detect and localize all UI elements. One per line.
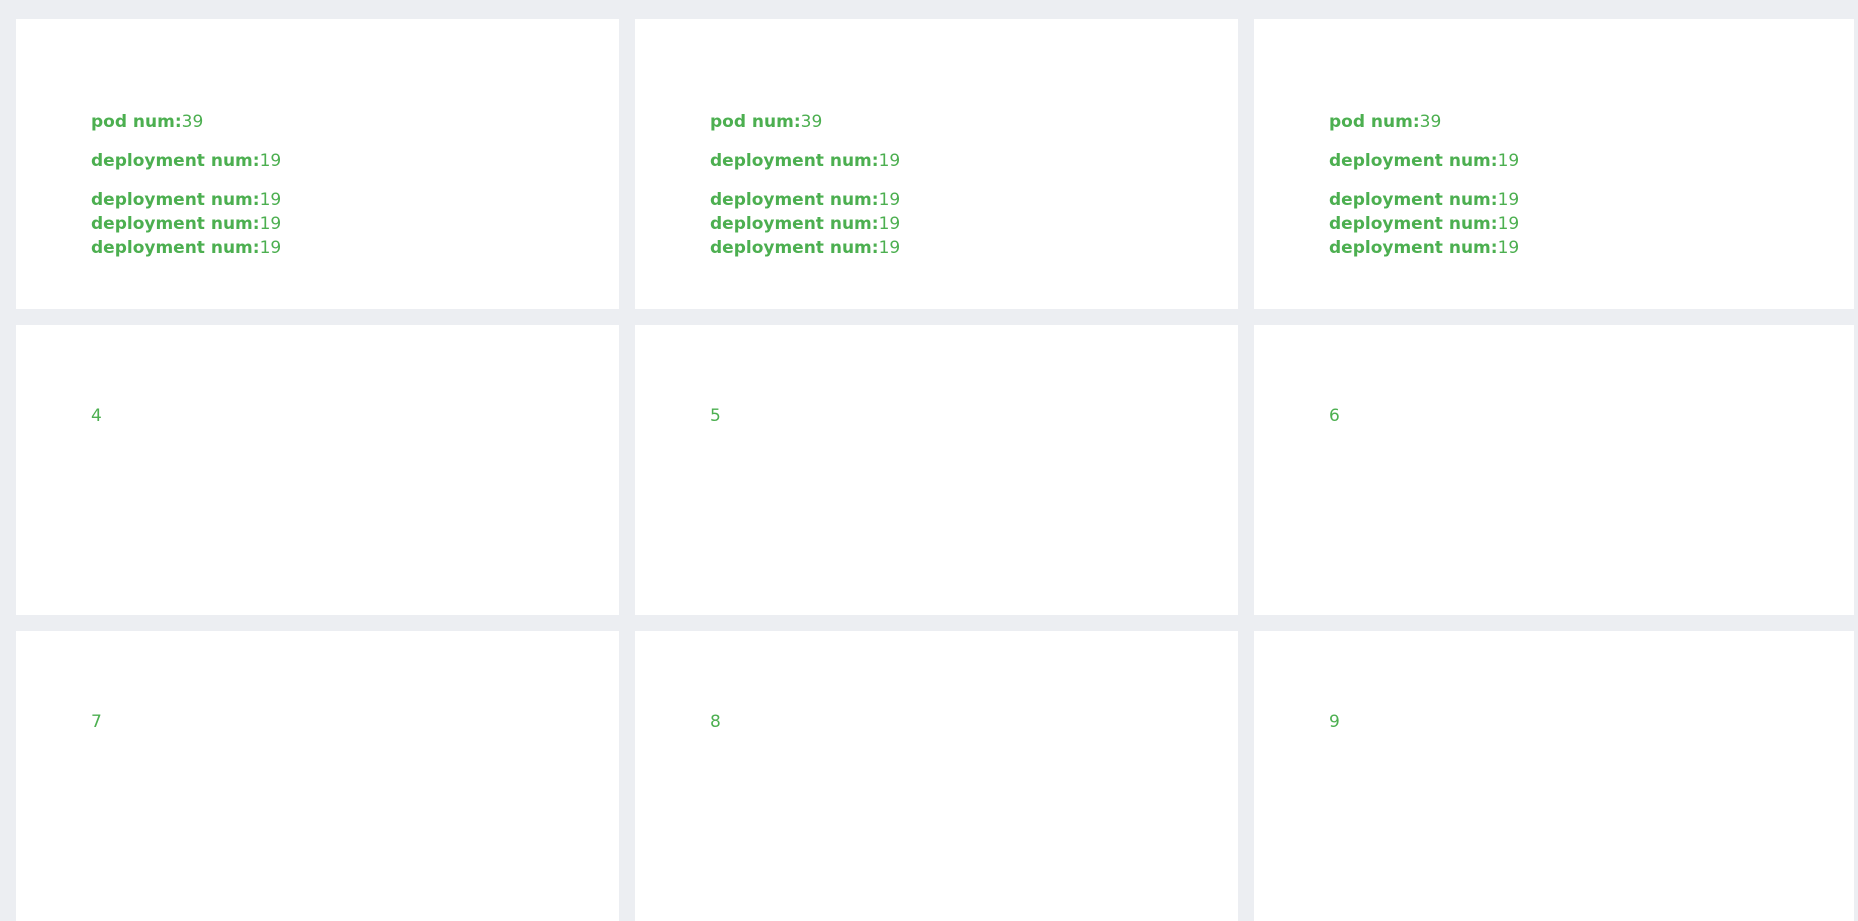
- number-card-6: 6: [1254, 325, 1854, 615]
- pod-num-value: 39: [1419, 112, 1442, 132]
- deployment-num-pair: deployment num:19: [710, 238, 900, 258]
- deployment-num-value: 19: [1497, 151, 1520, 171]
- deployment-num-label: deployment num:: [91, 214, 260, 234]
- deployment-num-pair: deployment num:19: [91, 238, 281, 258]
- deployment-num-label: deployment num:: [91, 151, 260, 171]
- stats-card-1: pod num:39 deployment num:19 deployment …: [16, 19, 619, 309]
- deployment-num-line: deployment num:19: [91, 149, 471, 173]
- deployment-num-label: deployment num:: [91, 190, 260, 210]
- deployment-num-line: deployment num:19: [1329, 149, 1709, 173]
- stats-card-3: pod num:39 deployment num:19 deployment …: [1254, 19, 1854, 309]
- stats-card-2: pod num:39 deployment num:19 deployment …: [635, 19, 1238, 309]
- number-card-5: 5: [635, 325, 1238, 615]
- deployment-num-label: deployment num:: [1329, 214, 1498, 234]
- deployment-num-label: deployment num:: [1329, 151, 1498, 171]
- dashboard-grid: pod num:39 deployment num:19 deployment …: [16, 19, 1858, 921]
- deployment-num-line: deployment num:19: [710, 149, 1090, 173]
- deployment-num-pair: deployment num:19: [710, 214, 900, 234]
- pod-num-label: pod num:: [91, 112, 182, 132]
- pod-num-label: pod num:: [1329, 112, 1420, 132]
- card-number: 9: [1329, 712, 1340, 732]
- deployment-num-pair: deployment num:19: [1329, 214, 1519, 234]
- deployment-num-label: deployment num:: [1329, 238, 1498, 258]
- deployment-num-value: 19: [878, 214, 901, 234]
- deployment-num-group: deployment num:19 deployment num:19 depl…: [1329, 188, 1709, 260]
- deployment-num-pair: deployment num:19: [710, 190, 900, 210]
- card-number: 7: [91, 712, 102, 732]
- pod-num-value: 39: [800, 112, 823, 132]
- deployment-num-pair: deployment num:19: [91, 214, 281, 234]
- deployment-num-label: deployment num:: [710, 214, 879, 234]
- deployment-num-group: deployment num:19 deployment num:19 depl…: [91, 188, 471, 260]
- number-card-7: 7: [16, 631, 619, 921]
- number-card-4: 4: [16, 325, 619, 615]
- deployment-num-value: 19: [1497, 190, 1520, 210]
- pod-num-value: 39: [181, 112, 204, 132]
- deployment-num-value: 19: [259, 151, 282, 171]
- stats-content: pod num:39 deployment num:19 deployment …: [91, 110, 471, 260]
- number-card-9: 9: [1254, 631, 1854, 921]
- stats-content: pod num:39 deployment num:19 deployment …: [1329, 110, 1709, 260]
- deployment-num-value: 19: [259, 238, 282, 258]
- deployment-num-label: deployment num:: [710, 190, 879, 210]
- deployment-num-value: 19: [878, 238, 901, 258]
- deployment-num-value: 19: [259, 214, 282, 234]
- deployment-num-label: deployment num:: [91, 238, 260, 258]
- deployment-num-value: 19: [259, 190, 282, 210]
- card-number: 8: [710, 712, 721, 732]
- pod-num-line: pod num:39: [91, 110, 471, 134]
- pod-num-line: pod num:39: [710, 110, 1090, 134]
- deployment-num-pair: deployment num:19: [1329, 238, 1519, 258]
- deployment-num-group: deployment num:19 deployment num:19 depl…: [710, 188, 1090, 260]
- deployment-num-pair: deployment num:19: [91, 190, 281, 210]
- pod-num-label: pod num:: [710, 112, 801, 132]
- number-card-8: 8: [635, 631, 1238, 921]
- deployment-num-value: 19: [1497, 214, 1520, 234]
- deployment-num-label: deployment num:: [710, 151, 879, 171]
- card-number: 6: [1329, 406, 1340, 426]
- deployment-num-value: 19: [878, 151, 901, 171]
- deployment-num-label: deployment num:: [1329, 190, 1498, 210]
- card-number: 4: [91, 406, 102, 426]
- stats-content: pod num:39 deployment num:19 deployment …: [710, 110, 1090, 260]
- deployment-num-value: 19: [1497, 238, 1520, 258]
- deployment-num-label: deployment num:: [710, 238, 879, 258]
- deployment-num-value: 19: [878, 190, 901, 210]
- deployment-num-pair: deployment num:19: [1329, 190, 1519, 210]
- pod-num-line: pod num:39: [1329, 110, 1709, 134]
- card-number: 5: [710, 406, 721, 426]
